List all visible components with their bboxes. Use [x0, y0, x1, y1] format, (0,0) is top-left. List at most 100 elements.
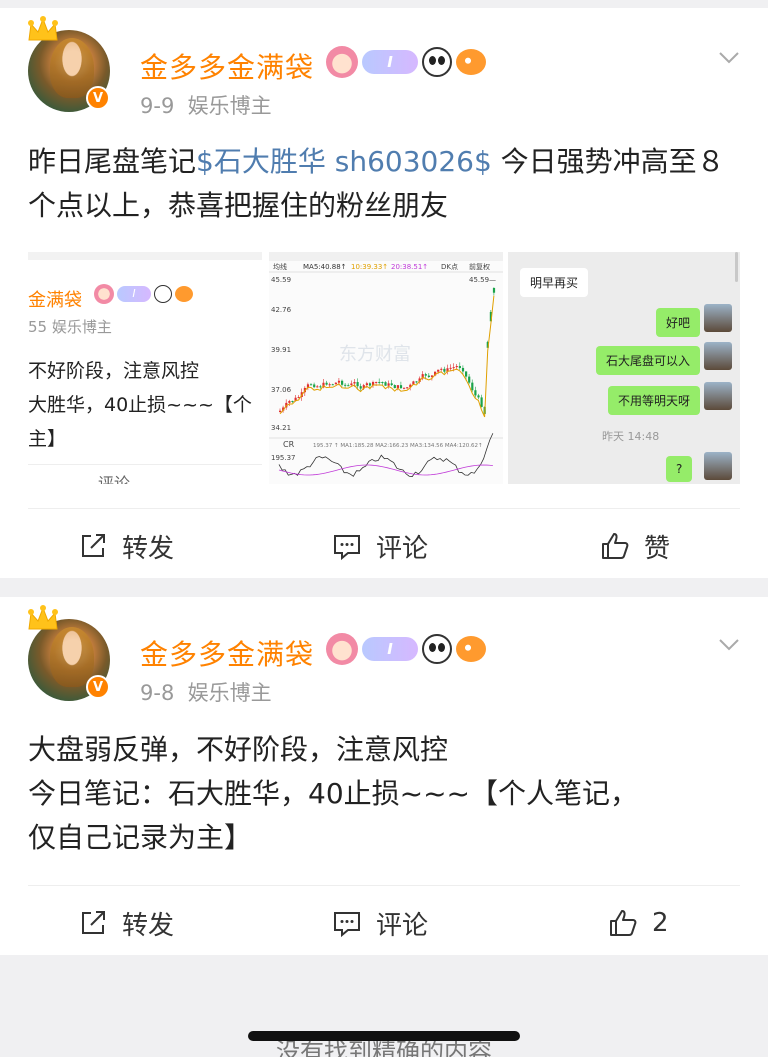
ma5-label: MA5:40.88↑ [303, 263, 347, 271]
thumb-badges: I [94, 284, 193, 304]
thumbs-up-icon [602, 533, 629, 559]
candle-body [344, 384, 347, 386]
candle-body [427, 375, 430, 377]
candle-body [461, 367, 465, 372]
candle-body [458, 366, 461, 368]
post-date: 9-8 [140, 681, 175, 705]
comment-label: 评论 [376, 533, 429, 564]
feed-post[interactable]: V 金多多金满袋 I 9-8 娱乐博主 大盘弱反弹，不好阶段，注意风控 今日笔记… [0, 597, 768, 955]
like-count: 2 [652, 908, 669, 938]
image-thumb-repost[interactable]: 金满袋 I 55 娱乐博主 不好阶段，注意风控 大胜华，40止损~~~【个 主】… [28, 252, 262, 484]
username[interactable]: 金多多金满袋 [140, 633, 314, 673]
scrollbar [735, 252, 738, 282]
user-badges: I [326, 46, 486, 78]
thumbs-up-icon [610, 910, 637, 936]
candle-body [310, 384, 313, 386]
chat-avatar [704, 382, 732, 410]
candle-body [328, 384, 331, 386]
candle-body [359, 386, 362, 389]
candle-body [471, 382, 474, 391]
like-button[interactable]: 赞 [600, 509, 670, 583]
author-role: 娱乐博主 [187, 681, 272, 705]
username[interactable]: 金多多金满袋 [140, 46, 314, 86]
y-tick: 34.21 [271, 424, 291, 432]
chat-avatar [704, 452, 732, 480]
like-button[interactable]: 2 [608, 886, 669, 960]
comment-icon [334, 912, 360, 938]
verified-badge: V [86, 86, 110, 110]
avatar[interactable]: V [26, 16, 112, 112]
indicator-label: CR [283, 440, 295, 449]
post-text-line: 大盘弱反弹，不好阶段，注意风控 [28, 733, 449, 766]
comment-button[interactable]: 评论 [332, 886, 428, 960]
feed-post[interactable]: V 金多多金满袋 I 9-9 娱乐博主 昨日尾盘笔记$石大胜华 sh603026… [0, 8, 768, 578]
chevron-down-icon[interactable] [718, 633, 740, 655]
repost-icon [82, 534, 105, 557]
candle-body [325, 382, 328, 385]
candle-body [337, 380, 341, 383]
indicator-tick: 195.37 [271, 454, 296, 462]
crown-icon [28, 605, 58, 630]
repost-button[interactable]: 转发 [78, 886, 174, 960]
candle-body [452, 367, 455, 369]
avatar[interactable]: V [26, 605, 112, 701]
repost-icon [82, 911, 105, 934]
candle-body [465, 371, 468, 377]
candle-body [393, 385, 396, 389]
y-tick: 45.59 [271, 276, 291, 284]
candle-body [375, 381, 378, 383]
candle-body [468, 376, 471, 383]
y-tick: 42.76 [271, 306, 292, 314]
level-badge: I [362, 50, 418, 74]
candle-body [378, 381, 381, 383]
crown-icon [28, 16, 58, 41]
chat-timestamp: 昨天 14:48 [602, 430, 660, 443]
panda-icon [422, 634, 452, 664]
comment-button[interactable]: 评论 [332, 509, 428, 583]
fish-icon [456, 636, 486, 662]
like-count: 赞 [644, 533, 671, 564]
user-badges: I [326, 633, 486, 665]
post-meta: 9-8 娱乐博主 [140, 677, 272, 707]
candle-body [319, 386, 322, 388]
repost-button[interactable]: 转发 [78, 509, 174, 583]
candle-body [415, 381, 418, 383]
thumb-line: 大胜华，40止损~~~【个 [28, 394, 252, 416]
panda-icon [154, 285, 172, 303]
stock-topic-link[interactable]: $石大胜华 sh603026$ [196, 145, 492, 178]
fish-icon [456, 49, 486, 75]
girl-avatar-badge-icon [326, 46, 358, 78]
verified-badge: V [86, 675, 110, 699]
candle-body [350, 383, 353, 386]
candle-body [399, 385, 403, 389]
candle-body [477, 395, 480, 398]
author-role: 娱乐博主 [187, 94, 272, 118]
candle-body [384, 382, 387, 386]
stock-chart: 均线 MA5:40.88↑ 10:39.33↑ 20:38.51↑ DK点 前复… [269, 252, 503, 484]
home-indicator[interactable] [248, 1031, 520, 1041]
candle-body [365, 383, 368, 386]
candle-body [381, 382, 384, 384]
indicator-values: 195.37 ↑ MA1:185.28 MA2:166.23 MA3:134.5… [313, 442, 483, 449]
thumb-comment-label: 评论 [98, 474, 131, 484]
thumb-meta: 55 娱乐博主 [28, 318, 112, 336]
candle-body [368, 383, 372, 386]
candle-body [390, 383, 393, 386]
ma10-label: 10:39.33↑ [351, 263, 388, 271]
thumb-divider [28, 252, 262, 260]
chat-message: ? [666, 456, 693, 482]
candle-body [291, 400, 294, 402]
candle-body [437, 369, 440, 372]
post-text-line: 今日笔记：石大胜华，40止损~~~【个人笔记， [28, 777, 639, 810]
candle-body [440, 368, 443, 370]
chevron-down-icon[interactable] [718, 46, 740, 68]
chat-message: 石大尾盘可以入 [596, 346, 701, 375]
chat-message: 好吧 [656, 308, 701, 337]
image-thumb-stock-chart[interactable]: 均线 MA5:40.88↑ 10:39.33↑ 20:38.51↑ DK点 前复… [269, 252, 503, 484]
image-thumb-chat[interactable]: 明早再买 好吧 石大尾盘可以入 不用等明天呀 昨天 14:48 ? [508, 252, 740, 484]
chat-avatar [704, 342, 732, 370]
candle-body [492, 288, 496, 293]
candle-body [356, 382, 359, 387]
post-text-line: 仅自己记录为主】 [28, 821, 253, 854]
candle-body [288, 400, 291, 403]
